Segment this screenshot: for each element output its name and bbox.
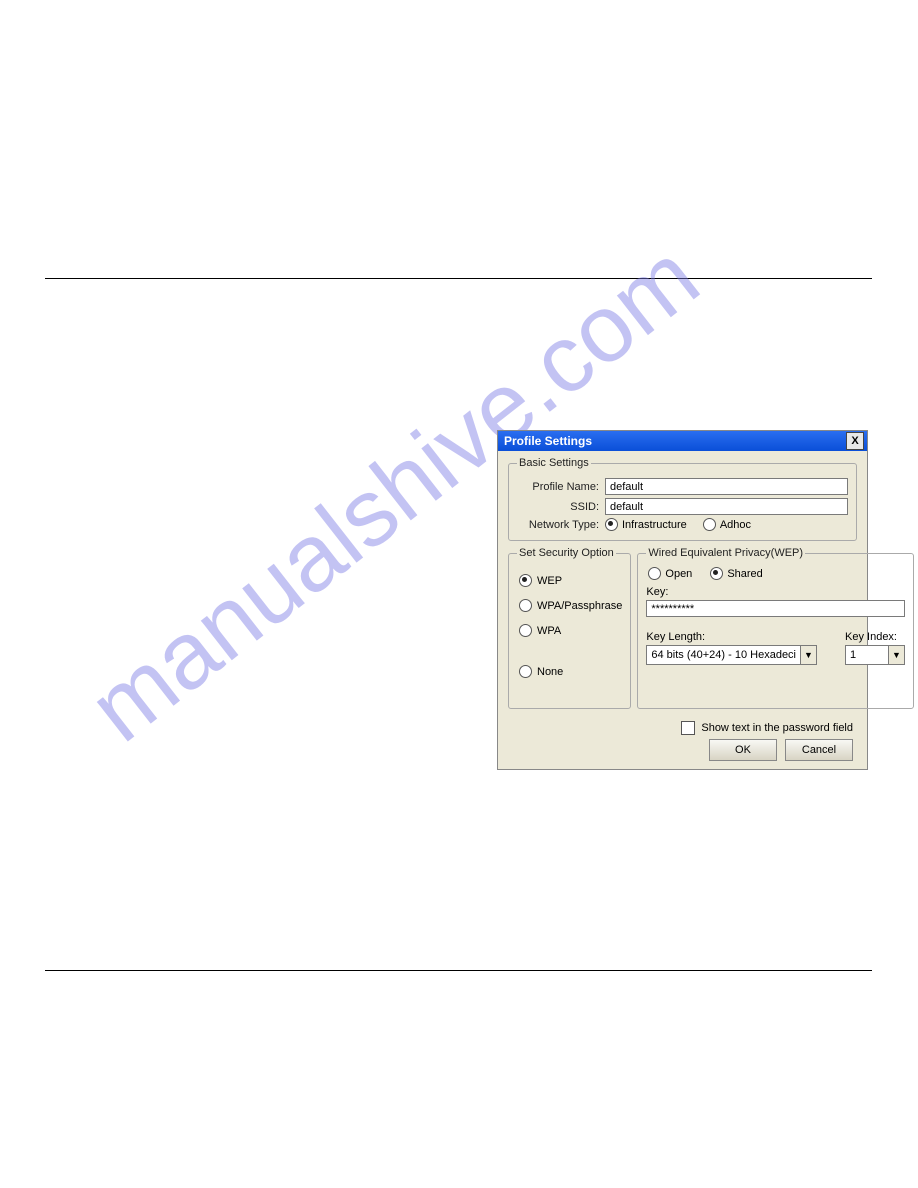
key-index-label: Key Index: (845, 631, 905, 643)
dialog-body: Basic Settings Profile Name: default SSI… (498, 451, 867, 769)
key-index-select[interactable]: 1 ▼ (845, 645, 905, 665)
open-radio[interactable]: Open (648, 567, 692, 580)
infrastructure-radio[interactable]: Infrastructure (605, 518, 687, 531)
radio-icon (605, 518, 618, 531)
key-index-block: Key Index: 1 ▼ (845, 627, 905, 665)
radio-icon (519, 624, 532, 637)
adhoc-radio[interactable]: Adhoc (703, 518, 751, 531)
dialog-title: Profile Settings (504, 434, 592, 448)
radio-icon (519, 574, 532, 587)
profile-name-input[interactable]: default (605, 478, 848, 495)
none-radio[interactable]: None (519, 665, 622, 678)
key-length-row: Key Length: 64 bits (40+24) - 10 Hexadec… (646, 627, 905, 665)
profile-settings-dialog: Profile Settings X Basic Settings Profil… (497, 430, 868, 770)
network-type-label: Network Type: (517, 519, 605, 531)
wpa-pass-radio-label: WPA/Passphrase (537, 600, 622, 612)
chevron-down-icon: ▼ (800, 646, 816, 664)
key-input[interactable]: ********** (646, 600, 905, 617)
radio-icon (710, 567, 723, 580)
key-label: Key: (646, 586, 905, 598)
key-length-select[interactable]: 64 bits (40+24) - 10 Hexadeci ▼ (646, 645, 817, 665)
ok-button[interactable]: OK (709, 739, 777, 761)
basic-settings-group: Basic Settings Profile Name: default SSI… (508, 457, 857, 541)
wpa-radio[interactable]: WPA (519, 624, 622, 637)
cancel-button[interactable]: Cancel (785, 739, 853, 761)
adhoc-label: Adhoc (720, 519, 751, 531)
wep-mode-options: Open Shared (648, 567, 905, 580)
chevron-down-icon: ▼ (888, 646, 904, 664)
wpa-pass-radio[interactable]: WPA/Passphrase (519, 599, 622, 612)
wpa-radio-label: WPA (537, 625, 561, 637)
none-radio-label: None (537, 666, 563, 678)
radio-icon (519, 665, 532, 678)
shared-radio[interactable]: Shared (710, 567, 762, 580)
network-type-options: Infrastructure Adhoc (605, 518, 751, 531)
page-rule-top (45, 278, 872, 279)
ssid-row: SSID: default (517, 498, 848, 515)
key-length-value: 64 bits (40+24) - 10 Hexadeci (647, 649, 800, 661)
wep-legend: Wired Equivalent Privacy(WEP) (646, 547, 805, 559)
radio-icon (703, 518, 716, 531)
show-text-label: Show text in the password field (701, 722, 853, 734)
security-option-legend: Set Security Option (517, 547, 616, 559)
infrastructure-label: Infrastructure (622, 519, 687, 531)
checkbox-icon (681, 721, 695, 735)
wep-radio[interactable]: WEP (519, 574, 622, 587)
button-row: OK Cancel (508, 739, 857, 761)
radio-icon (648, 567, 661, 580)
basic-settings-legend: Basic Settings (517, 457, 591, 469)
ssid-label: SSID: (517, 501, 605, 513)
open-label: Open (665, 568, 692, 580)
network-type-row: Network Type: Infrastructure Adhoc (517, 518, 848, 531)
mid-wrap: Set Security Option WEP WPA/Passphrase W… (508, 547, 857, 715)
key-length-block: Key Length: 64 bits (40+24) - 10 Hexadec… (646, 627, 817, 665)
security-column: Set Security Option WEP WPA/Passphrase W… (508, 547, 631, 715)
key-length-label: Key Length: (646, 631, 817, 643)
ssid-input[interactable]: default (605, 498, 848, 515)
profile-name-row: Profile Name: default (517, 478, 848, 495)
wep-radio-label: WEP (537, 575, 562, 587)
security-option-group: Set Security Option WEP WPA/Passphrase W… (508, 547, 631, 709)
titlebar[interactable]: Profile Settings X (498, 431, 867, 451)
key-index-value: 1 (846, 649, 860, 661)
shared-label: Shared (727, 568, 762, 580)
profile-name-label: Profile Name: (517, 481, 605, 493)
close-button[interactable]: X (846, 432, 864, 450)
wep-group: Wired Equivalent Privacy(WEP) Open Share… (637, 547, 914, 709)
show-text-row[interactable]: Show text in the password field (508, 721, 853, 735)
wep-column: Wired Equivalent Privacy(WEP) Open Share… (637, 547, 914, 715)
radio-icon (519, 599, 532, 612)
